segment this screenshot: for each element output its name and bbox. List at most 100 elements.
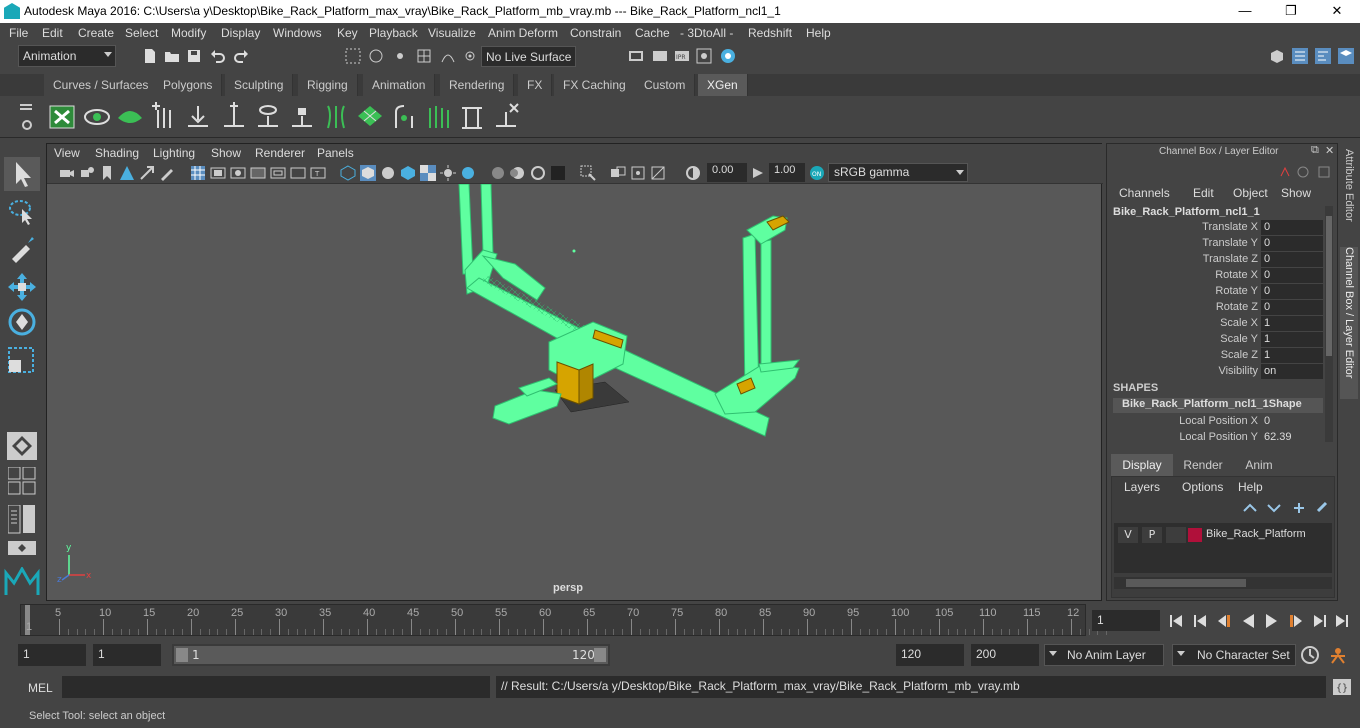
color-management-icon[interactable]: ON	[809, 165, 825, 181]
menu-set-dropdown[interactable]: Animation	[18, 45, 116, 67]
cb-menu-channels[interactable]: Channels	[1119, 186, 1170, 200]
select-component-icon[interactable]	[392, 48, 408, 64]
safe-title-icon[interactable]: T	[310, 165, 326, 181]
layer-type-toggle[interactable]	[1166, 527, 1186, 543]
view-transform-dropdown[interactable]: sRGB gamma	[828, 163, 968, 182]
gate-mask-icon[interactable]	[250, 165, 266, 181]
range-slider-bar-fill[interactable]	[174, 646, 608, 664]
layer-row[interactable]: V P Bike_Rack_Platform	[1116, 527, 1330, 543]
panel-menu-renderer[interactable]: Renderer	[255, 146, 305, 160]
panel-menu-panels[interactable]: Panels	[317, 146, 354, 160]
scrollbar-thumb[interactable]	[1126, 579, 1246, 587]
time-ruler[interactable]: 1 5 10 15 20 25 30 35 40 45 50 55 60 65 70 75 80 85 90 95 1…	[20, 604, 1108, 636]
current-frame-field[interactable]: 1	[1092, 610, 1160, 631]
motion-blur-icon[interactable]	[510, 165, 526, 181]
select-object-icon[interactable]	[368, 48, 384, 64]
channel-local-position-x[interactable]: Local Position X0	[1107, 414, 1322, 430]
menu-redshift[interactable]: Redshift	[748, 26, 792, 40]
side-tab-channel-box[interactable]: Channel Box / Layer Editor	[1340, 247, 1358, 399]
grid-toggle-icon[interactable]	[190, 165, 206, 181]
xgen-preview-icon[interactable]	[83, 102, 111, 132]
auto-key-icon[interactable]	[1300, 645, 1320, 665]
tab-curves-surfaces[interactable]: Curves / Surfaces	[44, 74, 159, 96]
tab-rendering[interactable]: Rendering	[440, 74, 515, 96]
layer-horizontal-scrollbar[interactable]	[1114, 577, 1332, 589]
menu-windows[interactable]: Windows	[273, 26, 322, 40]
rotate-tool-icon[interactable]	[6, 307, 38, 337]
shape-node-name[interactable]: Bike_Rack_Platform_ncl1_1Shape	[1113, 398, 1323, 413]
menu-file[interactable]: File	[9, 26, 28, 40]
attribute-editor-toggle-icon[interactable]	[1291, 47, 1309, 65]
safe-action-icon[interactable]	[290, 165, 306, 181]
scene-start-field[interactable]: 1	[18, 644, 86, 666]
render-settings-icon[interactable]	[628, 48, 644, 64]
channel-translate-x[interactable]: Translate X0	[1107, 220, 1323, 236]
save-scene-icon[interactable]	[186, 48, 202, 64]
sculpt-guide-icon[interactable]	[184, 102, 212, 132]
layer-menu-help[interactable]: Help	[1238, 480, 1263, 494]
mel-label[interactable]: MEL	[28, 681, 53, 695]
play-forward-icon[interactable]	[1266, 614, 1277, 628]
layer-visibility-toggle[interactable]: V	[1118, 527, 1138, 543]
tab-rigging[interactable]: Rigging	[298, 74, 358, 96]
multisample-aa-icon[interactable]	[530, 165, 546, 181]
outliner-layout-icon[interactable]	[8, 505, 36, 535]
channel-scale-z[interactable]: Scale Z1	[1107, 348, 1323, 364]
range-slider[interactable]: 1 120	[172, 644, 610, 666]
guide-cut-icon[interactable]	[424, 102, 452, 132]
wireframe-on-shaded-icon[interactable]	[400, 165, 416, 181]
gamma-icon[interactable]	[750, 165, 766, 181]
menu-constrain[interactable]: Constrain	[570, 26, 621, 40]
film-gate-icon[interactable]	[210, 165, 226, 181]
grease-pencil-icon[interactable]	[159, 165, 175, 181]
exposure-icon[interactable]	[685, 165, 701, 181]
panel-menu-shading[interactable]: Shading	[95, 146, 139, 160]
3d-viewport[interactable]: y x z persp	[47, 184, 1101, 600]
default-material-icon[interactable]	[380, 165, 396, 181]
script-editor-icon[interactable]: {}	[1332, 678, 1352, 696]
modeling-toolkit-icon[interactable]	[1268, 47, 1286, 65]
panel-menu-lighting[interactable]: Lighting	[153, 146, 195, 160]
2d-pan-zoom-icon[interactable]	[139, 165, 155, 181]
layer-color-swatch[interactable]	[1188, 528, 1202, 542]
minimize-button[interactable]: —	[1222, 0, 1268, 23]
mel-command-input[interactable]	[62, 676, 490, 698]
redshift-render-icon[interactable]	[720, 48, 736, 64]
hypershade-icon[interactable]	[696, 48, 712, 64]
resolution-gate-icon[interactable]	[230, 165, 246, 181]
panel-menu-view[interactable]: View	[54, 146, 80, 160]
scrollbar-thumb[interactable]	[1326, 216, 1332, 356]
anim-layer-dropdown[interactable]: No Anim Layer	[1044, 644, 1164, 666]
tab-fx-caching[interactable]: FX Caching	[554, 74, 636, 96]
redo-icon[interactable]	[233, 48, 249, 64]
play-backward-icon[interactable]	[1243, 614, 1254, 628]
camera-attributes-icon[interactable]	[79, 165, 95, 181]
tab-custom[interactable]: Custom	[635, 74, 696, 96]
float-panel-icon[interactable]: ⧉	[1311, 144, 1319, 157]
playback-start-field[interactable]: 1	[93, 644, 161, 666]
xgen-editor-icon[interactable]	[48, 102, 76, 132]
channel-scale-y[interactable]: Scale Y1	[1107, 332, 1323, 348]
cb-menu-show[interactable]: Show	[1281, 186, 1311, 200]
tool-settings-toggle-icon[interactable]	[1314, 47, 1332, 65]
lasso-tool-icon[interactable]	[6, 197, 38, 227]
menu-create[interactable]: Create	[78, 26, 114, 40]
xray-icon[interactable]	[610, 165, 626, 181]
layer-playback-toggle[interactable]: P	[1142, 527, 1162, 543]
four-view-layout-icon[interactable]	[8, 467, 36, 497]
tab-render-layers[interactable]: Render	[1175, 454, 1231, 476]
channel-local-position-y[interactable]: Local Position Y 62.39	[1107, 430, 1322, 446]
menu-3dtoall[interactable]: - 3DtoAll -	[680, 26, 733, 40]
layer-name[interactable]: Bike_Rack_Platform	[1206, 528, 1306, 540]
guide-lock-icon[interactable]	[288, 102, 316, 132]
gamma-field[interactable]: 1.00	[769, 163, 805, 182]
open-scene-icon[interactable]	[164, 48, 180, 64]
go-to-end-icon[interactable]	[1336, 615, 1348, 627]
step-forward-frame-icon[interactable]	[1314, 615, 1326, 627]
ipr-render-icon[interactable]: IPR	[674, 48, 690, 64]
paint-select-icon[interactable]	[6, 233, 38, 263]
channel-rotate-x[interactable]: Rotate X0	[1107, 268, 1323, 284]
tab-display-layers[interactable]: Display	[1111, 454, 1173, 476]
layer-menu-layers[interactable]: Layers	[1124, 480, 1160, 494]
maximize-button[interactable]: ❐	[1268, 0, 1314, 23]
